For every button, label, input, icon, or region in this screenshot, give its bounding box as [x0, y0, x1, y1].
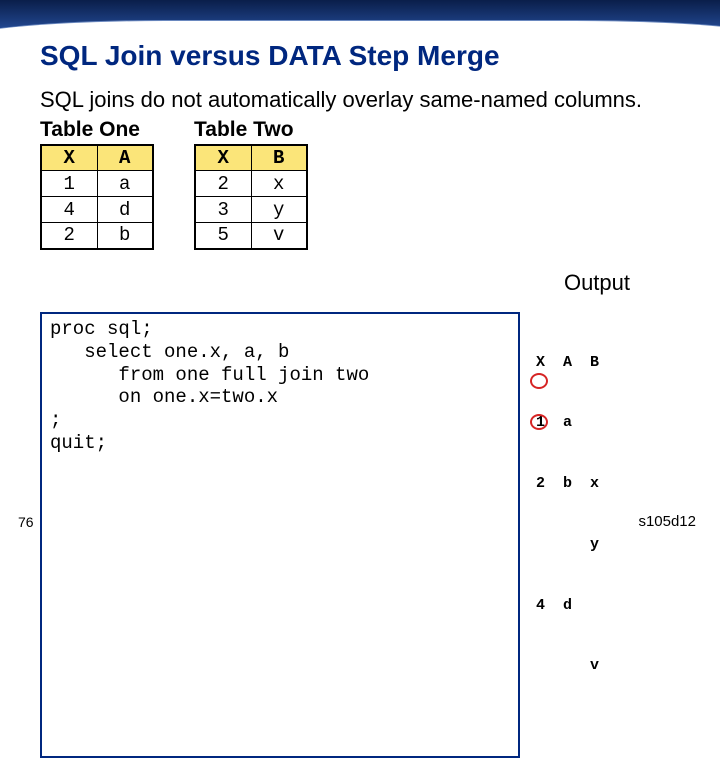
table-header-row: X A [41, 145, 153, 171]
slide-title: SQL Join versus DATA Step Merge [40, 40, 690, 72]
slide-content: SQL Join versus DATA Step Merge SQL join… [40, 40, 690, 520]
cell: 4 [41, 197, 97, 223]
sql-code: proc sql; select one.x, a, b from one fu… [40, 312, 520, 758]
cell: 3 [195, 197, 251, 223]
output-row: 2 b x [536, 474, 599, 494]
table-row: 2 b [41, 223, 153, 249]
col-header: X [195, 145, 251, 171]
cell: 2 [195, 171, 251, 197]
highlight-circle-icon [530, 373, 548, 389]
table-one-block: Table One X A 1 a 4 d 2 b [40, 118, 154, 250]
footer-id: s105d12 [638, 513, 696, 530]
cell: d [97, 197, 153, 223]
col-header: A [97, 145, 153, 171]
output-row: v [536, 656, 599, 676]
output-label: Output [564, 270, 630, 296]
slide-description: SQL joins do not automatically overlay s… [40, 86, 690, 114]
highlight-circle-icon [530, 414, 548, 430]
cell: 5 [195, 223, 251, 249]
output-row: 4 d [536, 596, 599, 616]
table-one-title: Table One [40, 118, 154, 142]
output-row: y [536, 535, 599, 555]
cell: x [251, 171, 307, 197]
table-row: 2 x [195, 171, 307, 197]
col-header: X [41, 145, 97, 171]
table-two-title: Table Two [194, 118, 308, 142]
table-row: 4 d [41, 197, 153, 223]
cell: v [251, 223, 307, 249]
table-row: 5 v [195, 223, 307, 249]
code-output-row: proc sql; select one.x, a, b from one fu… [40, 312, 690, 758]
table-one: X A 1 a 4 d 2 b [40, 144, 154, 250]
cell: 2 [41, 223, 97, 249]
table-row: 3 y [195, 197, 307, 223]
cell: a [97, 171, 153, 197]
output-table: X A B 1 a 2 b x y 4 d v [530, 312, 599, 758]
input-tables-row: Table One X A 1 a 4 d 2 b [40, 118, 690, 250]
col-header: B [251, 145, 307, 171]
table-two: X B 2 x 3 y 5 v [194, 144, 308, 250]
page-number: 76 [18, 514, 34, 530]
table-two-block: Table Two X B 2 x 3 y 5 v [194, 118, 308, 250]
output-header: X A B [536, 353, 599, 373]
cell: b [97, 223, 153, 249]
cell: y [251, 197, 307, 223]
table-header-row: X B [195, 145, 307, 171]
cell: 1 [41, 171, 97, 197]
table-row: 1 a [41, 171, 153, 197]
